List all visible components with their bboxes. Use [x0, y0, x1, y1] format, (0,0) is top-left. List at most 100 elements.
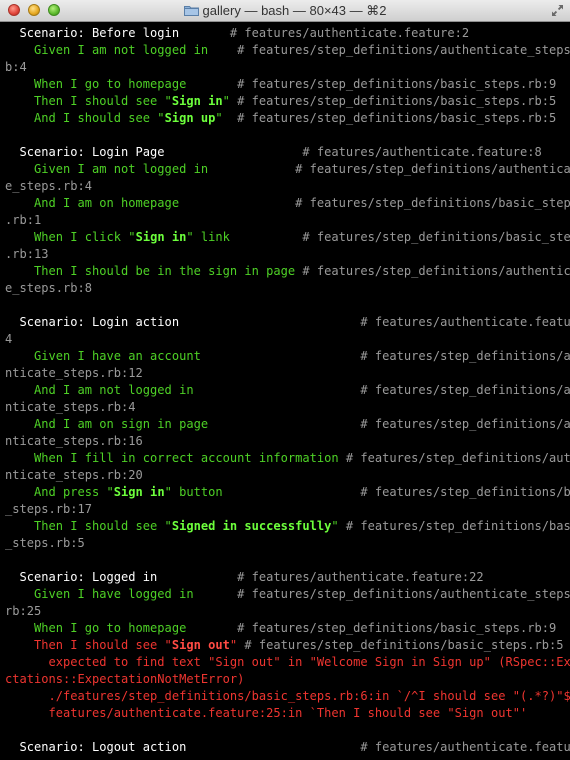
terminal-line: features/authenticate.feature:25:in `The…	[5, 705, 570, 722]
terminal-text: Then I should see "	[5, 519, 172, 533]
terminal-text: Given I have an account	[5, 349, 361, 363]
terminal-line: _steps.rb:17	[5, 501, 570, 518]
terminal-line: Then I should see "Sign in" # features/s…	[5, 93, 570, 110]
terminal-text: # features/step_definitions/authenticat	[302, 264, 570, 278]
terminal-text: # features/step_definitions/basic_steps	[295, 196, 570, 210]
terminal-text: Scenario: Login Page	[5, 145, 303, 159]
terminal-text: Then I should be in the sign in page	[5, 264, 303, 278]
terminal-text: And press "	[5, 485, 114, 499]
terminal-line: And I am not logged in # features/step_d…	[5, 382, 570, 399]
terminal-text: # features/step_definitions/basic_steps.…	[237, 94, 557, 108]
terminal-text: When I fill in correct account informati…	[5, 451, 346, 465]
terminal-line: expected to find text "Sign out" in "Wel…	[5, 654, 570, 671]
terminal-text: # features/step_definitions/basic	[360, 485, 570, 499]
terminal-text: Given I am not logged in	[5, 43, 238, 57]
terminal-line: _steps.rb:5	[5, 535, 570, 552]
terminal-line: Given I am not logged in # features/step…	[5, 42, 570, 59]
terminal-text: And I should see "	[5, 111, 165, 125]
terminal-line: Scenario: Login Page # features/authenti…	[5, 144, 570, 161]
terminal-text: # features/authenticate.feature:2	[360, 740, 570, 754]
terminal-line: Then I should see "Signed in successfull…	[5, 518, 570, 535]
terminal-text: _steps.rb:17	[5, 502, 93, 516]
title-bar[interactable]: gallery — bash — 80×43 — ⌘2	[0, 0, 570, 22]
terminal-text: nticate_steps.rb:4	[5, 400, 136, 414]
terminal-line: And press "Sign in" button # features/st…	[5, 484, 570, 501]
terminal-text: And I am on sign in page	[5, 417, 361, 431]
terminal-text: # features/step_definitions/authenticat	[295, 162, 570, 176]
terminal-text: # features/step_definitions/basic_steps.…	[237, 77, 557, 91]
terminal-text: Sign in	[135, 230, 187, 244]
terminal-text: # features/authenticate.feature:2	[229, 26, 470, 40]
terminal-line: nticate_steps.rb:12	[5, 365, 570, 382]
fullscreen-arrows-icon[interactable]	[551, 4, 564, 17]
terminal-text: Sign out	[171, 638, 230, 652]
terminal-text: ctations::ExpectationNotMetError)	[5, 672, 245, 686]
terminal-text: rb:25	[5, 604, 42, 618]
terminal-line: Then I should see "Sign out" # features/…	[5, 637, 570, 654]
terminal-line: ./features/step_definitions/basic_steps.…	[5, 688, 570, 705]
terminal-text: "	[229, 638, 245, 652]
terminal-line: nticate_steps.rb:16	[5, 433, 570, 450]
terminal-text: b:4	[5, 60, 27, 74]
terminal-text: # features/step_definitions/basic_steps	[302, 230, 570, 244]
terminal-text: # features/step_definitions/authenticate…	[237, 43, 570, 57]
terminal-text: Scenario: Login action	[5, 315, 361, 329]
terminal-text: Sign up	[164, 111, 216, 125]
terminal-text: Sign in	[171, 94, 223, 108]
terminal-line: Scenario: Login action # features/authen…	[5, 314, 570, 331]
terminal-text: 4	[5, 332, 13, 346]
terminal-text: " button	[164, 485, 361, 499]
terminal-text: # features/authenticate.feature:8	[302, 145, 542, 159]
terminal-text: Scenario: Before login	[5, 26, 230, 40]
terminal-text: # features/step_definitions/basic_steps.…	[244, 638, 564, 652]
terminal-text: # features/step_definitions/authe	[360, 383, 570, 397]
terminal-line: Given I have logged in # features/step_d…	[5, 586, 570, 603]
terminal-text: And I am on homepage	[5, 196, 296, 210]
terminal-text: And I am not logged in	[5, 383, 361, 397]
terminal-text: " link	[186, 230, 303, 244]
terminal-text: nticate_steps.rb:16	[5, 434, 143, 448]
terminal-line: .rb:13	[5, 246, 570, 263]
terminal-text: nticate_steps.rb:20	[5, 468, 143, 482]
terminal-text: # features/step_definitions/authenticate…	[237, 587, 570, 601]
terminal-line: 4	[5, 331, 570, 348]
terminal-text: Signed in successfully	[171, 519, 332, 533]
terminal-text: expected to find text "Sign out" in "Wel…	[5, 655, 570, 669]
terminal-text: Scenario: Logged in	[5, 570, 238, 584]
terminal-line: And I should see "Sign up" # features/st…	[5, 110, 570, 127]
terminal-line: e_steps.rb:8	[5, 280, 570, 297]
terminal-text: Then I should see "	[5, 638, 172, 652]
terminal-line: Scenario: Logged in # features/authentic…	[5, 569, 570, 586]
terminal-line: Then I should be in the sign in page # f…	[5, 263, 570, 280]
terminal-text: ./features/step_definitions/basic_steps.…	[5, 689, 570, 703]
terminal-line: Given I have an account # features/step_…	[5, 348, 570, 365]
terminal-text: # features/step_definitions/authe	[345, 451, 570, 465]
terminal-text: When I go to homepage	[5, 77, 238, 91]
terminal-text: # features/authenticate.feature:1	[360, 315, 570, 329]
terminal-text: Then I should see "	[5, 94, 172, 108]
terminal-text: .rb:13	[5, 247, 49, 261]
terminal-line: And I am on homepage # features/step_def…	[5, 195, 570, 212]
terminal-line: nticate_steps.rb:4	[5, 399, 570, 416]
terminal-output[interactable]: Scenario: Before login # features/authen…	[0, 22, 570, 760]
terminal-line: Scenario: Before login # features/authen…	[5, 25, 570, 42]
terminal-text: _steps.rb:5	[5, 536, 85, 550]
terminal-text: "	[215, 111, 238, 125]
terminal-line: e_steps.rb:4	[5, 178, 570, 195]
terminal-text: features/authenticate.feature:25:in `The…	[5, 706, 528, 720]
terminal-text: # features/step_definitions/authe	[360, 417, 570, 431]
terminal-line: nticate_steps.rb:20	[5, 467, 570, 484]
terminal-text: # features/authenticate.feature:22	[237, 570, 484, 584]
folder-icon	[183, 6, 199, 16]
terminal-text: e_steps.rb:4	[5, 179, 93, 193]
window-title: gallery — bash — 80×43 — ⌘2	[202, 3, 387, 18]
terminal-line: When I go to homepage # features/step_de…	[5, 620, 570, 637]
terminal-text: When I go to homepage	[5, 621, 238, 635]
terminal-window: gallery — bash — 80×43 — ⌘2 Scenario: Be…	[0, 0, 570, 760]
window-title-area: gallery — bash — 80×43 — ⌘2	[0, 3, 570, 19]
terminal-text: nticate_steps.rb:12	[5, 366, 143, 380]
terminal-text: # features/step_definitions/authe	[360, 349, 570, 363]
